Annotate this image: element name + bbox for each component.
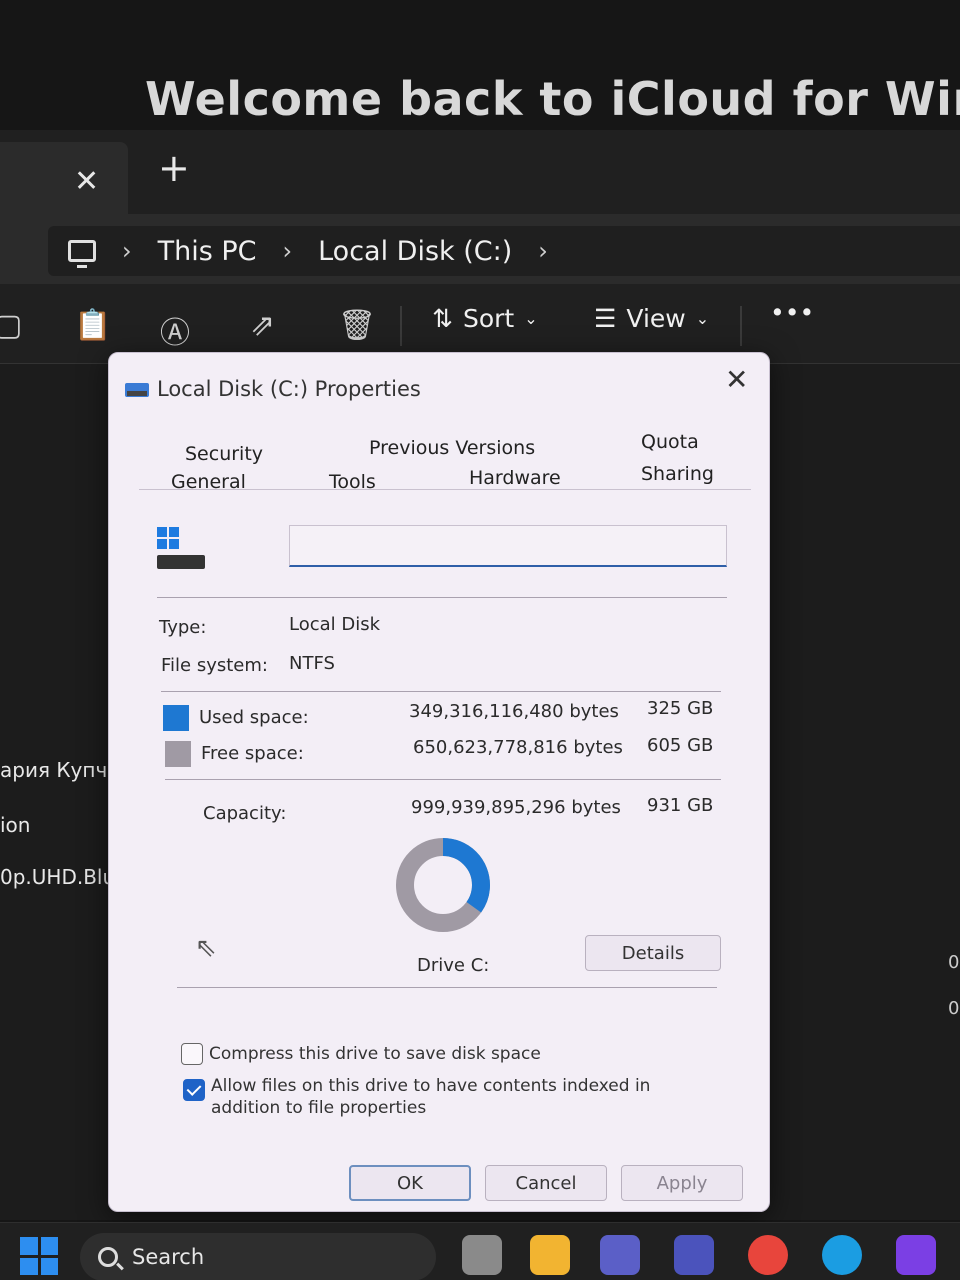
- capacity-size: 931 GB: [647, 795, 714, 816]
- windows-drive-icon: [157, 527, 205, 569]
- chevron-down-icon: ⌄: [524, 309, 538, 328]
- view-label: View: [626, 304, 686, 333]
- used-space-bytes: 349,316,116,480 bytes: [409, 701, 619, 722]
- mouse-pointer-icon: ⇖: [195, 933, 217, 963]
- sort-icon: ⇅: [432, 304, 453, 333]
- used-space-label: Used space:: [199, 707, 309, 728]
- file-explorer-icon[interactable]: [530, 1235, 570, 1275]
- details-button[interactable]: Details: [585, 935, 721, 971]
- edge-icon[interactable]: [822, 1235, 862, 1275]
- type-label: Type:: [159, 617, 207, 638]
- toolbar-divider: [740, 306, 742, 346]
- tab-sharing[interactable]: Sharing: [641, 463, 714, 485]
- apply-button[interactable]: Apply: [621, 1165, 743, 1201]
- rename-icon[interactable]: Ⓐ: [160, 308, 190, 352]
- chevron-right-icon[interactable]: ›: [122, 237, 132, 265]
- used-space-swatch: [163, 705, 189, 731]
- file-system-value: NTFS: [289, 653, 335, 674]
- view-icon: ☰: [594, 304, 617, 333]
- tab-hardware[interactable]: Hardware: [469, 467, 561, 489]
- address-bar: › This PC › Local Disk (C:) ›: [0, 214, 960, 284]
- drive-icon: [125, 383, 149, 397]
- cancel-button[interactable]: Cancel: [485, 1165, 607, 1201]
- tab-quota[interactable]: Quota: [641, 431, 699, 453]
- drive-name-input[interactable]: [289, 525, 727, 567]
- free-space-label: Free space:: [201, 743, 304, 764]
- sort-button[interactable]: ⇅ Sort ⌄: [432, 304, 538, 333]
- breadcrumb-this-pc[interactable]: This PC: [158, 236, 257, 267]
- view-button[interactable]: ☰ View ⌄: [594, 304, 709, 333]
- index-label: Allow files on this drive to have conten…: [211, 1076, 651, 1118]
- teams-icon[interactable]: [600, 1235, 640, 1275]
- ok-button[interactable]: OK: [349, 1165, 471, 1201]
- free-space-size: 605 GB: [647, 735, 714, 756]
- used-space-size: 325 GB: [647, 698, 714, 719]
- close-tab-icon[interactable]: ✕: [74, 164, 99, 199]
- chevron-down-icon: ⌄: [695, 309, 710, 328]
- tab-divider: [139, 489, 751, 490]
- breadcrumb-local-disk[interactable]: Local Disk (C:): [318, 236, 512, 267]
- drive-usage-donut: [396, 838, 490, 932]
- new-tab-icon[interactable]: +: [158, 146, 190, 190]
- paste-icon[interactable]: 📋: [74, 308, 111, 343]
- type-value: Local Disk: [289, 614, 381, 635]
- drive-properties-dialog: Local Disk (C:) Properties ✕ Security Pr…: [108, 352, 770, 1212]
- index-checkbox[interactable]: [183, 1079, 205, 1101]
- tab-previous-versions[interactable]: Previous Versions: [369, 437, 535, 459]
- divider: [177, 987, 717, 988]
- list-item-value: 0: [948, 952, 960, 973]
- sort-label: Sort: [462, 304, 515, 333]
- tab-security[interactable]: Security: [185, 443, 263, 465]
- toolbar-divider: [400, 306, 402, 346]
- capacity-bytes: 999,939,895,296 bytes: [411, 797, 621, 818]
- windows-taskbar: Search: [0, 1222, 960, 1280]
- compress-label: Compress this drive to save disk space: [209, 1044, 541, 1064]
- search-icon: [98, 1247, 118, 1267]
- divider: [161, 691, 721, 692]
- divider: [157, 597, 727, 598]
- active-tab[interactable]: ✕: [0, 142, 128, 214]
- chevron-right-icon[interactable]: ›: [283, 237, 293, 265]
- more-options-button[interactable]: •••: [770, 298, 814, 327]
- breadcrumb[interactable]: › This PC › Local Disk (C:) ›: [48, 226, 960, 276]
- list-item-value: 0: [948, 998, 960, 1019]
- capacity-label: Capacity:: [203, 803, 287, 824]
- computer-icon[interactable]: [68, 240, 96, 268]
- windows-start-icon[interactable]: [20, 1237, 58, 1275]
- free-space-bytes: 650,623,778,816 bytes: [413, 737, 623, 758]
- close-icon[interactable]: ✕: [725, 363, 748, 396]
- file-system-label: File system:: [161, 655, 268, 676]
- app-icon[interactable]: [896, 1235, 936, 1275]
- free-space-swatch: [165, 741, 191, 767]
- task-view-icon[interactable]: [462, 1235, 502, 1275]
- icloud-welcome-title: Welcome back to iCloud for Windov: [145, 72, 960, 126]
- divider: [165, 779, 721, 780]
- compress-checkbox[interactable]: [181, 1043, 203, 1065]
- taskbar-search[interactable]: Search: [80, 1233, 436, 1280]
- tab-bar: ✕ +: [0, 130, 960, 214]
- search-label: Search: [132, 1245, 205, 1269]
- chevron-right-icon[interactable]: ›: [538, 237, 548, 265]
- delete-icon[interactable]: 🗑: [338, 308, 376, 343]
- share-icon[interactable]: ⇗: [250, 308, 275, 343]
- copy-icon[interactable]: ▢: [0, 308, 22, 343]
- dialog-title: Local Disk (C:) Properties: [157, 377, 421, 401]
- chrome-icon[interactable]: [748, 1235, 788, 1275]
- teams-work-icon[interactable]: [674, 1235, 714, 1275]
- drive-label: Drive C:: [417, 955, 490, 976]
